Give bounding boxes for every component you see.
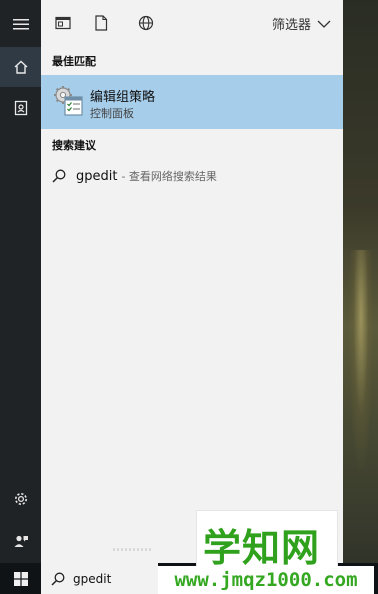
suggestion-query: gpedit [76,168,118,184]
group-policy-icon [51,83,87,119]
best-match-title: 编辑组策略 [90,90,156,105]
web-icon [138,15,154,31]
suggestion-description: - 查看网络搜索结果 [121,170,217,183]
watermark-logo: 学知网 [203,526,321,570]
taskbar-search-icon [51,572,65,586]
start-button[interactable] [0,563,41,594]
best-match-result[interactable]: 编辑组策略 控制面板 [41,75,343,129]
hamburger-menu-icon [12,19,29,30]
search-toolbar: 筛选器 [41,0,343,46]
web-search-suggestion[interactable]: gpedit - 查看网络搜索结果 [41,163,343,189]
windows-logo-icon [13,571,28,586]
settings-icon [14,493,27,505]
apps-icon [55,16,71,30]
home-icon [14,60,27,74]
start-left-rail [0,0,41,563]
search-icon [51,168,67,184]
scroll-indicator [113,548,151,551]
filter-label: 筛选器 [271,18,311,33]
documents-filter-button[interactable] [90,12,112,34]
site-watermark: 学知网 www.jmqz1000.com [158,510,374,594]
search-results-panel: 筛选器 最佳匹配 编辑组策略 控制面板 搜索建议 gpedit - 查看网络搜索… [41,0,343,563]
document-icon [95,15,108,31]
search-input[interactable] [73,571,158,586]
home-button[interactable] [0,47,41,87]
best-match-heading: 最佳匹配 [52,55,96,68]
apps-filter-button[interactable] [52,12,74,34]
taskbar-search-box[interactable] [41,563,158,594]
feedback-icon [14,535,28,547]
settings-button[interactable] [0,479,41,519]
hamburger-menu-button[interactable] [0,4,41,44]
web-filter-button[interactable] [135,12,157,34]
best-match-subtitle: 控制面板 [90,107,134,120]
filter-dropdown[interactable]: 筛选器 [272,14,331,33]
notebook-button[interactable] [0,88,41,128]
watermark-logo-box: 学知网 [196,510,338,572]
feedback-button[interactable] [0,521,41,561]
search-suggestions-heading: 搜索建议 [52,139,96,152]
notebook-icon [14,100,27,116]
watermark-url: www.jmqz1000.com [158,566,374,594]
chevron-down-icon [317,20,331,28]
desktop-background [343,0,378,594]
